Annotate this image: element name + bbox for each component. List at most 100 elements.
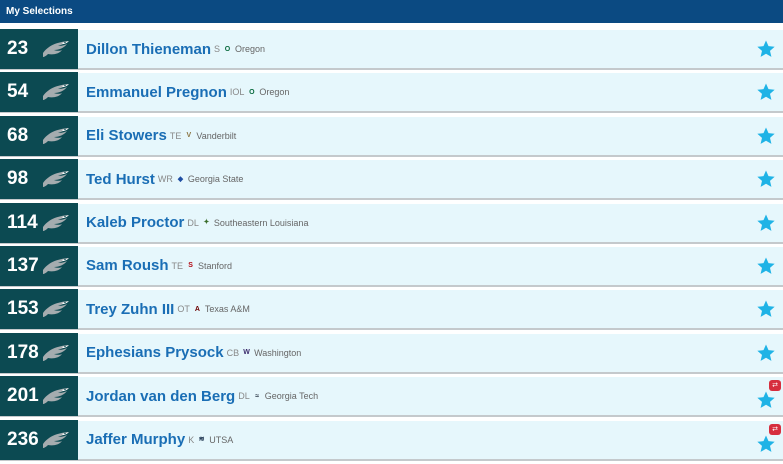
selection-row[interactable]: 236 Jaffer Murphy K ≋ UTSA ⇄ — [0, 419, 783, 461]
star-icon — [757, 300, 775, 318]
player-position: DL — [187, 217, 199, 228]
player-school: UTSA — [209, 434, 234, 445]
pick-badge: 68 — [0, 115, 78, 156]
player-school: Vanderbilt — [196, 130, 237, 141]
pick-badge: 98 — [0, 159, 78, 200]
georgia-tech-logo-icon: ≈ — [255, 392, 260, 400]
player-position: OT — [177, 304, 190, 315]
player-name[interactable]: Dillon Thieneman — [86, 41, 211, 58]
pick-badge: 54 — [0, 72, 78, 113]
selection-row[interactable]: 98 Ted Hurst WR ◆ Georgia State — [0, 159, 783, 201]
player-school: Stanford — [198, 260, 233, 271]
selection-row[interactable]: 137 Sam Roush TE S Stanford — [0, 245, 783, 287]
star-icon — [757, 435, 775, 452]
pick-badge: 137 — [0, 245, 78, 286]
favorite-star-button[interactable] — [756, 343, 776, 363]
washington-logo-icon: W — [243, 349, 250, 357]
stanford-logo-icon: S — [188, 262, 193, 270]
trade-badge-icon: ⇄ — [769, 423, 781, 435]
oregon-logo-icon: O — [249, 88, 255, 96]
favorite-star-button[interactable] — [756, 126, 776, 146]
header-title: My Selections — [6, 6, 73, 17]
pick-number: 153 — [7, 298, 39, 320]
player-school: Oregon — [235, 44, 266, 54]
player-name[interactable]: Sam Roush — [86, 257, 169, 274]
star-icon — [757, 83, 775, 101]
selection-row[interactable]: 201 Jordan van den Berg DL ≈ Georgia Tec… — [0, 376, 783, 418]
utsa-logo-icon: ≋ — [198, 436, 205, 444]
pick-number: 54 — [7, 81, 29, 103]
player-school: Texas A&M — [204, 304, 250, 315]
pick-badge: 114 — [0, 202, 78, 243]
eagle-logo-icon — [43, 344, 69, 361]
pick-number: 201 — [7, 385, 39, 407]
eagle-logo-icon — [43, 388, 69, 405]
favorite-star-button[interactable] — [756, 39, 776, 59]
player-school: Georgia Tech — [264, 391, 319, 402]
pick-number: 23 — [7, 38, 29, 59]
eagle-logo-icon — [43, 41, 69, 57]
oregon-logo-icon: O — [224, 45, 231, 53]
player-name[interactable]: Kaleb Proctor — [86, 214, 184, 231]
player-school: Washington — [254, 347, 302, 358]
favorite-star-button[interactable]: ⇄ — [756, 423, 781, 454]
eagle-logo-icon — [43, 301, 69, 318]
pick-number: 236 — [7, 428, 39, 450]
favorite-star-button[interactable]: ⇄ — [756, 380, 781, 410]
player-position: WR — [157, 174, 173, 185]
pick-number: 98 — [7, 168, 29, 190]
player-school: Oregon — [259, 87, 290, 98]
favorite-star-button[interactable] — [756, 169, 776, 189]
star-icon — [757, 214, 775, 231]
vanderbilt-logo-icon: V — [186, 132, 192, 140]
favorite-star-button[interactable] — [756, 299, 776, 319]
player-name[interactable]: Ephesians Prysock — [86, 344, 224, 361]
favorite-star-button[interactable] — [756, 213, 776, 233]
pick-badge: 23 — [0, 29, 78, 69]
player-position: IOL — [229, 87, 245, 98]
trade-badge-icon: ⇄ — [769, 380, 781, 392]
selection-row[interactable]: 23 Dillon Thieneman S O Oregon — [0, 29, 783, 70]
selection-row[interactable]: 54 Emmanuel Pregnon IOL O Oregon — [0, 72, 783, 114]
pick-number: 178 — [7, 341, 39, 363]
eagle-logo-icon — [43, 171, 69, 188]
player-school: Georgia State — [187, 174, 244, 185]
player-school: Southeastern Louisiana — [213, 217, 309, 228]
selection-row[interactable]: 153 Trey Zuhn III OT A Texas A&M — [0, 289, 783, 331]
pick-number: 114 — [7, 211, 38, 233]
player-position: TE — [169, 130, 182, 141]
eagle-logo-icon — [43, 214, 69, 231]
player-name[interactable]: Emmanuel Pregnon — [86, 84, 227, 101]
southeastern-logo-icon: ✦ — [203, 219, 210, 227]
favorite-star-button[interactable] — [756, 256, 776, 276]
star-icon — [757, 257, 775, 274]
selections-list: 23 Dillon Thieneman S O Oregon 54 Emmanu… — [0, 29, 783, 464]
selection-row[interactable]: 68 Eli Stowers TE V Vanderbilt — [0, 115, 783, 157]
eagle-logo-icon — [43, 431, 69, 448]
eagle-logo-icon — [43, 127, 69, 144]
star-icon — [757, 170, 775, 188]
pick-badge: 236 — [0, 419, 78, 460]
star-icon — [757, 344, 775, 361]
pick-badge: 201 — [0, 376, 78, 417]
player-position: S — [214, 44, 221, 54]
pick-badge: 153 — [0, 289, 78, 330]
player-name[interactable]: Ted Hurst — [86, 171, 155, 188]
favorite-star-button[interactable] — [756, 82, 776, 102]
player-name[interactable]: Eli Stowers — [86, 127, 167, 144]
player-position: TE — [171, 260, 184, 271]
player-position: DL — [238, 391, 250, 402]
player-name[interactable]: Jordan van den Berg — [86, 388, 235, 405]
star-icon — [757, 127, 775, 144]
player-name[interactable]: Jaffer Murphy — [86, 431, 185, 448]
player-position: CB — [226, 347, 240, 358]
pick-badge: 178 — [0, 332, 78, 373]
selection-row[interactable]: 178 Ephesians Prysock CB W Washington — [0, 332, 783, 374]
selections-header: My Selections — [0, 0, 783, 23]
pick-number: 68 — [7, 124, 29, 146]
player-name[interactable]: Trey Zuhn III — [86, 301, 174, 318]
pick-number: 137 — [7, 254, 39, 276]
selection-row[interactable]: 114 Kaleb Proctor DL ✦ Southeastern Loui… — [0, 202, 783, 244]
texas-am-logo-icon: A — [194, 305, 200, 313]
georgia-state-logo-icon: ◆ — [177, 175, 184, 183]
